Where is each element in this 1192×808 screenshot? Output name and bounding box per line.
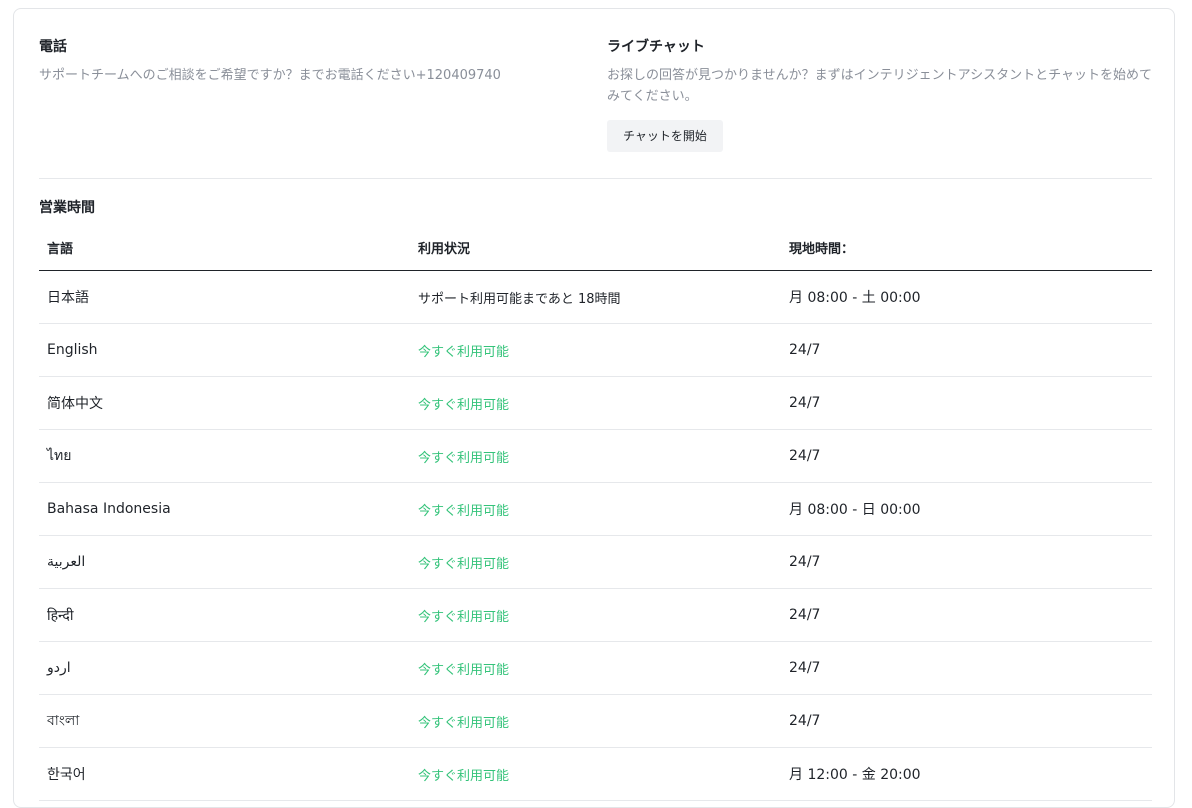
table-row: Bahasa Indonesia 今すぐ利用可能 月 08:00 - 日 00:00 <box>39 483 1152 536</box>
business-hours-title: 営業時間 <box>39 200 95 216</box>
contact-section: 電話 サポートチームへのご相談をご希望ですか？までお電話ください+1204097… <box>39 37 1152 179</box>
status-cell: 今すぐ利用可能 <box>418 397 510 413</box>
status-cell: 今すぐ利用可能 <box>418 503 510 519</box>
live-chat-description: お探しの回答が見つかりませんか？まずはインテリジェントアシスタントとチャットを始… <box>607 68 1152 104</box>
table-row: 简体中文 今すぐ利用可能 24/7 <box>39 377 1152 430</box>
table-row: 한국어 今すぐ利用可能 月 12:00 - 金 20:00 <box>39 748 1152 801</box>
business-hours-table: 言語 利用状況 現地時間： 日本語 サポート利用可能まであと 18時間月 08:0… <box>39 225 1152 801</box>
table-row: ไทย 今すぐ利用可能 24/7 <box>39 430 1152 483</box>
local-time-cell: 24/7 <box>789 554 821 570</box>
table-row: 日本語 サポート利用可能まであと 18時間 月 08:00 - 土 00:00 <box>39 271 1152 324</box>
local-time-cell: 24/7 <box>789 713 821 729</box>
local-time-cell: 24/7 <box>789 448 821 464</box>
table-row: العربية 今すぐ利用可能 24/7 <box>39 536 1152 589</box>
local-time-cell: 24/7 <box>789 607 821 623</box>
table-row: English 今すぐ利用可能 24/7 <box>39 324 1152 377</box>
phone-description: サポートチームへのご相談をご希望ですか？までお電話ください+120409740 <box>39 68 501 83</box>
status-cell: 今すぐ利用可能 <box>418 556 510 572</box>
live-chat-title: ライブチャット <box>607 39 705 55</box>
language-cell: اردو <box>47 660 71 676</box>
local-time-cell: 月 08:00 - 日 00:00 <box>789 502 921 518</box>
live-chat-section: ライブチャット お探しの回答が見つかりませんか？まずはインテリジェントアシスタン… <box>607 37 1152 152</box>
local-time-cell: 月 12:00 - 金 20:00 <box>789 767 921 783</box>
status-cell: 今すぐ利用可能 <box>418 344 510 360</box>
local-time-cell: 24/7 <box>789 395 821 411</box>
column-header-language: 言語 <box>47 242 74 257</box>
language-cell: Bahasa Indonesia <box>47 501 171 517</box>
column-header-local-time: 現地時間： <box>789 242 855 257</box>
local-time-cell: 24/7 <box>789 660 821 676</box>
language-cell: English <box>47 342 98 358</box>
language-cell: বাংলা <box>47 713 80 729</box>
table-header: 言語 利用状況 現地時間： <box>39 225 1152 271</box>
support-card: 電話 サポートチームへのご相談をご希望ですか？までお電話ください+1204097… <box>13 8 1175 808</box>
language-cell: ไทย <box>47 448 72 464</box>
language-cell: 日本語 <box>47 290 89 306</box>
column-header-status: 利用状況 <box>418 242 471 257</box>
language-cell: 简体中文 <box>47 396 103 412</box>
local-time-cell: 24/7 <box>789 342 821 358</box>
status-cell: 今すぐ利用可能 <box>418 450 510 466</box>
status-cell: 今すぐ利用可能 <box>418 768 510 784</box>
status-cell: 今すぐ利用可能 <box>418 715 510 731</box>
phone-title: 電話 <box>39 39 67 55</box>
table-body: 日本語 サポート利用可能まであと 18時間 月 08:00 - 土 00:00 Eng… <box>39 271 1152 801</box>
table-row: اردو 今すぐ利用可能 24/7 <box>39 642 1152 695</box>
status-cell: 今すぐ利用可能 <box>418 662 510 678</box>
business-hours-section: 営業時間 言語 利用状況 現地時間： 日本語 サポート利用可能まであと 18時間月… <box>39 197 1152 801</box>
status-cell: 今すぐ利用可能 <box>418 609 510 625</box>
phone-section: 電話 サポートチームへのご相談をご希望ですか？までお電話ください+1204097… <box>39 37 559 86</box>
status-cell: サポート利用可能まであと 18時間 <box>418 291 621 307</box>
table-row: हिन्दी 今すぐ利用可能 24/7 <box>39 589 1152 642</box>
local-time-cell: 月 08:00 - 土 00:00 <box>789 290 921 306</box>
language-cell: 한국어 <box>47 767 86 783</box>
table-row: বাংলা 今すぐ利用可能 24/7 <box>39 695 1152 748</box>
language-cell: العربية <box>47 554 86 570</box>
start-chat-button[interactable]: チャットを開始 <box>607 120 723 152</box>
language-cell: हिन्दी <box>47 607 74 624</box>
